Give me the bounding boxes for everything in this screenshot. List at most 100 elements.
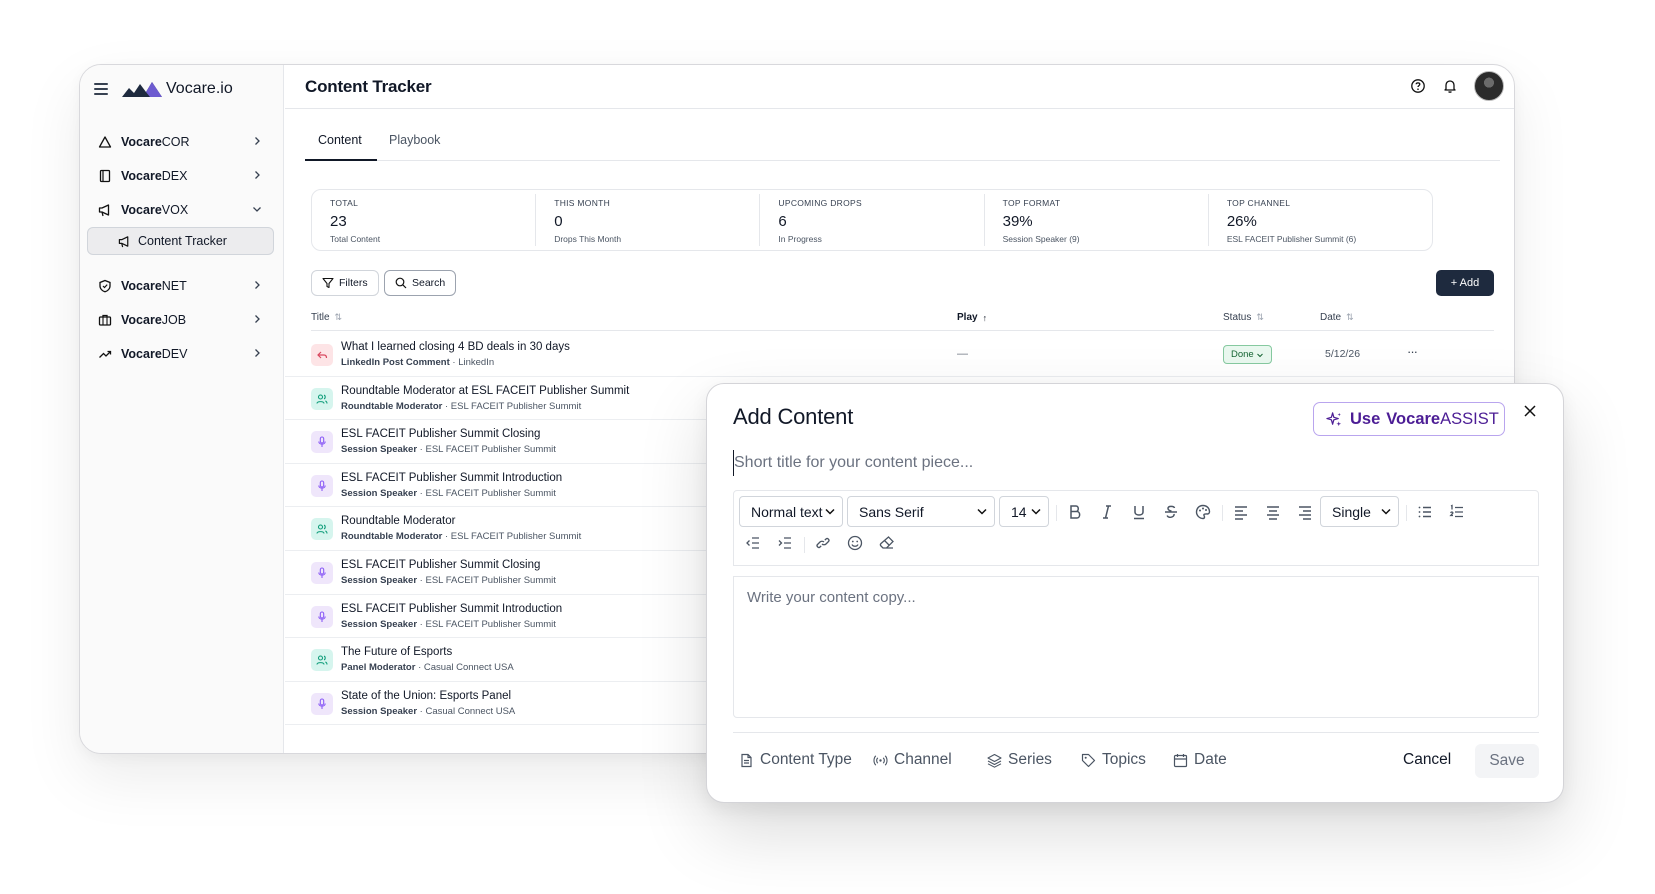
tab-playbook[interactable]: Playbook xyxy=(389,133,440,147)
row-meta: LinkedIn Post Comment · LinkedIn xyxy=(341,357,495,368)
column-header-status[interactable]: Status ⇅ xyxy=(1223,312,1264,323)
modal-title: Add Content xyxy=(733,404,854,429)
assist-brand-bold: Vocare xyxy=(1386,409,1441,428)
vocare-assist-button[interactable]: Use Vocare ASSIST xyxy=(1313,402,1505,436)
content-body-input[interactable] xyxy=(733,576,1539,718)
indent-icon[interactable] xyxy=(776,534,794,552)
series-button[interactable]: Series xyxy=(987,751,1052,769)
chevron-down-icon xyxy=(253,207,261,212)
brand-name: Vocare.io xyxy=(166,80,233,97)
content-type-badge xyxy=(311,474,333,497)
column-header-title[interactable]: Title ⇅ xyxy=(311,312,342,323)
strikethrough-icon[interactable] xyxy=(1162,503,1180,521)
text-style-select[interactable]: Normal text xyxy=(739,496,843,527)
menu-icon[interactable] xyxy=(94,83,108,95)
row-meta: Session Speaker · ESL FACEIT Publisher S… xyxy=(341,618,556,630)
sidebar: Vocare.io VocareCOR VocareDEX VocareVOX … xyxy=(80,65,284,753)
users-icon xyxy=(316,524,328,535)
sidebar-item-vocarenet[interactable]: VocareNET xyxy=(86,269,276,303)
chevron-right-icon xyxy=(255,315,260,323)
book-icon xyxy=(99,169,111,183)
row-meta: Session Speaker · ESL FACEIT Publisher S… xyxy=(341,487,556,499)
layers-icon xyxy=(987,753,1002,768)
add-content-modal: Add Content Use VocareASSIST Normal text … xyxy=(706,383,1564,803)
sidebar-item-vocaredex[interactable]: VocareDEX xyxy=(86,159,276,193)
topics-button[interactable]: Topics xyxy=(1081,751,1146,769)
bell-icon[interactable] xyxy=(1442,78,1458,94)
channel-button[interactable]: Channel xyxy=(873,751,952,769)
stat-sub: Total Content xyxy=(330,234,381,244)
stat-value: 39% xyxy=(1002,213,1033,230)
stat-label: TOP CHANNEL xyxy=(1226,198,1291,208)
underline-icon[interactable] xyxy=(1130,503,1148,521)
font-size-select[interactable]: 14 xyxy=(999,496,1049,527)
row-play: — xyxy=(957,348,968,360)
editor-toolbar: Normal text Sans Serif 14 Single xyxy=(733,490,1539,566)
search-label: Search xyxy=(412,277,446,289)
stat-label: UPCOMING DROPS xyxy=(778,198,862,208)
microphone-icon xyxy=(318,480,326,491)
align-right-icon[interactable] xyxy=(1296,503,1314,521)
filters-label: Filters xyxy=(339,277,368,289)
row-title: Roundtable Moderator at ESL FACEIT Publi… xyxy=(341,384,630,397)
bullet-list-icon[interactable] xyxy=(1416,503,1434,521)
chevron-down-icon xyxy=(825,508,835,515)
calendar-icon xyxy=(1173,753,1188,767)
megaphone-icon xyxy=(118,236,129,248)
cancel-button[interactable]: Cancel xyxy=(1403,751,1451,769)
stat-label: TOTAL xyxy=(330,198,359,208)
emoji-icon[interactable] xyxy=(846,534,864,552)
add-button[interactable]: + Add xyxy=(1436,270,1494,296)
color-palette-icon[interactable] xyxy=(1194,503,1212,521)
help-icon[interactable] xyxy=(1410,78,1426,94)
row-title: Roundtable Moderator xyxy=(341,515,456,528)
sort-icon: ⇅ xyxy=(334,312,343,322)
bold-icon[interactable] xyxy=(1066,503,1084,521)
sidebar-item-vocarejob[interactable]: VocareJOB xyxy=(86,303,276,337)
sidebar-item-label: VocareNET xyxy=(121,279,187,293)
filter-icon xyxy=(322,277,334,289)
filters-button[interactable]: Filters xyxy=(311,270,379,296)
search-button[interactable]: Search xyxy=(384,270,457,296)
status-badge[interactable]: Done xyxy=(1223,345,1273,364)
align-center-icon[interactable] xyxy=(1264,503,1282,521)
column-header-play[interactable]: Play ↑ xyxy=(957,312,987,323)
sidebar-subitem-content-tracker[interactable]: Content Tracker xyxy=(87,227,274,255)
row-meta: Session Speaker · ESL FACEIT Publisher S… xyxy=(341,574,556,586)
font-family-select[interactable]: Sans Serif xyxy=(847,496,995,527)
date-button[interactable]: Date xyxy=(1173,751,1227,769)
more-icon[interactable]: ··· xyxy=(1407,344,1418,359)
eraser-icon[interactable] xyxy=(878,534,896,552)
stat-sub: ESL FACEIT Publisher Summit (6) xyxy=(1226,234,1357,244)
sidebar-item-label: VocareDEX xyxy=(121,169,188,183)
row-title: ESL FACEIT Publisher Summit Introduction xyxy=(341,602,563,615)
line-spacing-select[interactable]: Single xyxy=(1320,496,1399,527)
close-icon[interactable] xyxy=(1521,402,1539,420)
column-header-date[interactable]: Date ⇅ xyxy=(1320,312,1354,323)
table-toolbar: Filters Search + Add xyxy=(311,270,1494,296)
content-title-input[interactable] xyxy=(733,450,1513,476)
users-icon xyxy=(316,394,328,404)
outdent-icon[interactable] xyxy=(744,534,762,552)
italic-icon[interactable] xyxy=(1098,503,1116,521)
brand: Vocare.io xyxy=(94,77,233,101)
avatar[interactable] xyxy=(1474,71,1504,101)
sidebar-item-vocarevox[interactable]: VocareVOX xyxy=(86,193,276,227)
sidebar-item-vocarecor[interactable]: VocareCOR xyxy=(86,125,276,159)
content-type-badge xyxy=(311,561,333,584)
save-button[interactable]: Save xyxy=(1475,744,1539,778)
row-title: What I learned closing 4 BD deals in 30 … xyxy=(341,341,570,353)
table-row[interactable]: What I learned closing 4 BD deals in 30 … xyxy=(285,333,1514,377)
briefcase-icon xyxy=(98,314,112,326)
tab-content[interactable]: Content xyxy=(318,133,362,147)
broadcast-icon xyxy=(873,754,888,766)
sidebar-item-label: VocareVOX xyxy=(121,203,189,217)
content-type-button[interactable]: Content Type xyxy=(739,751,852,769)
align-left-icon[interactable] xyxy=(1232,503,1250,521)
link-icon[interactable] xyxy=(814,534,832,552)
row-title: ESL FACEIT Publisher Summit Closing xyxy=(341,558,541,571)
tab-underline xyxy=(305,159,377,161)
search-icon xyxy=(395,277,407,289)
sidebar-item-vocaredev[interactable]: VocareDEV xyxy=(86,337,276,371)
numbered-list-icon[interactable] xyxy=(1448,503,1466,521)
